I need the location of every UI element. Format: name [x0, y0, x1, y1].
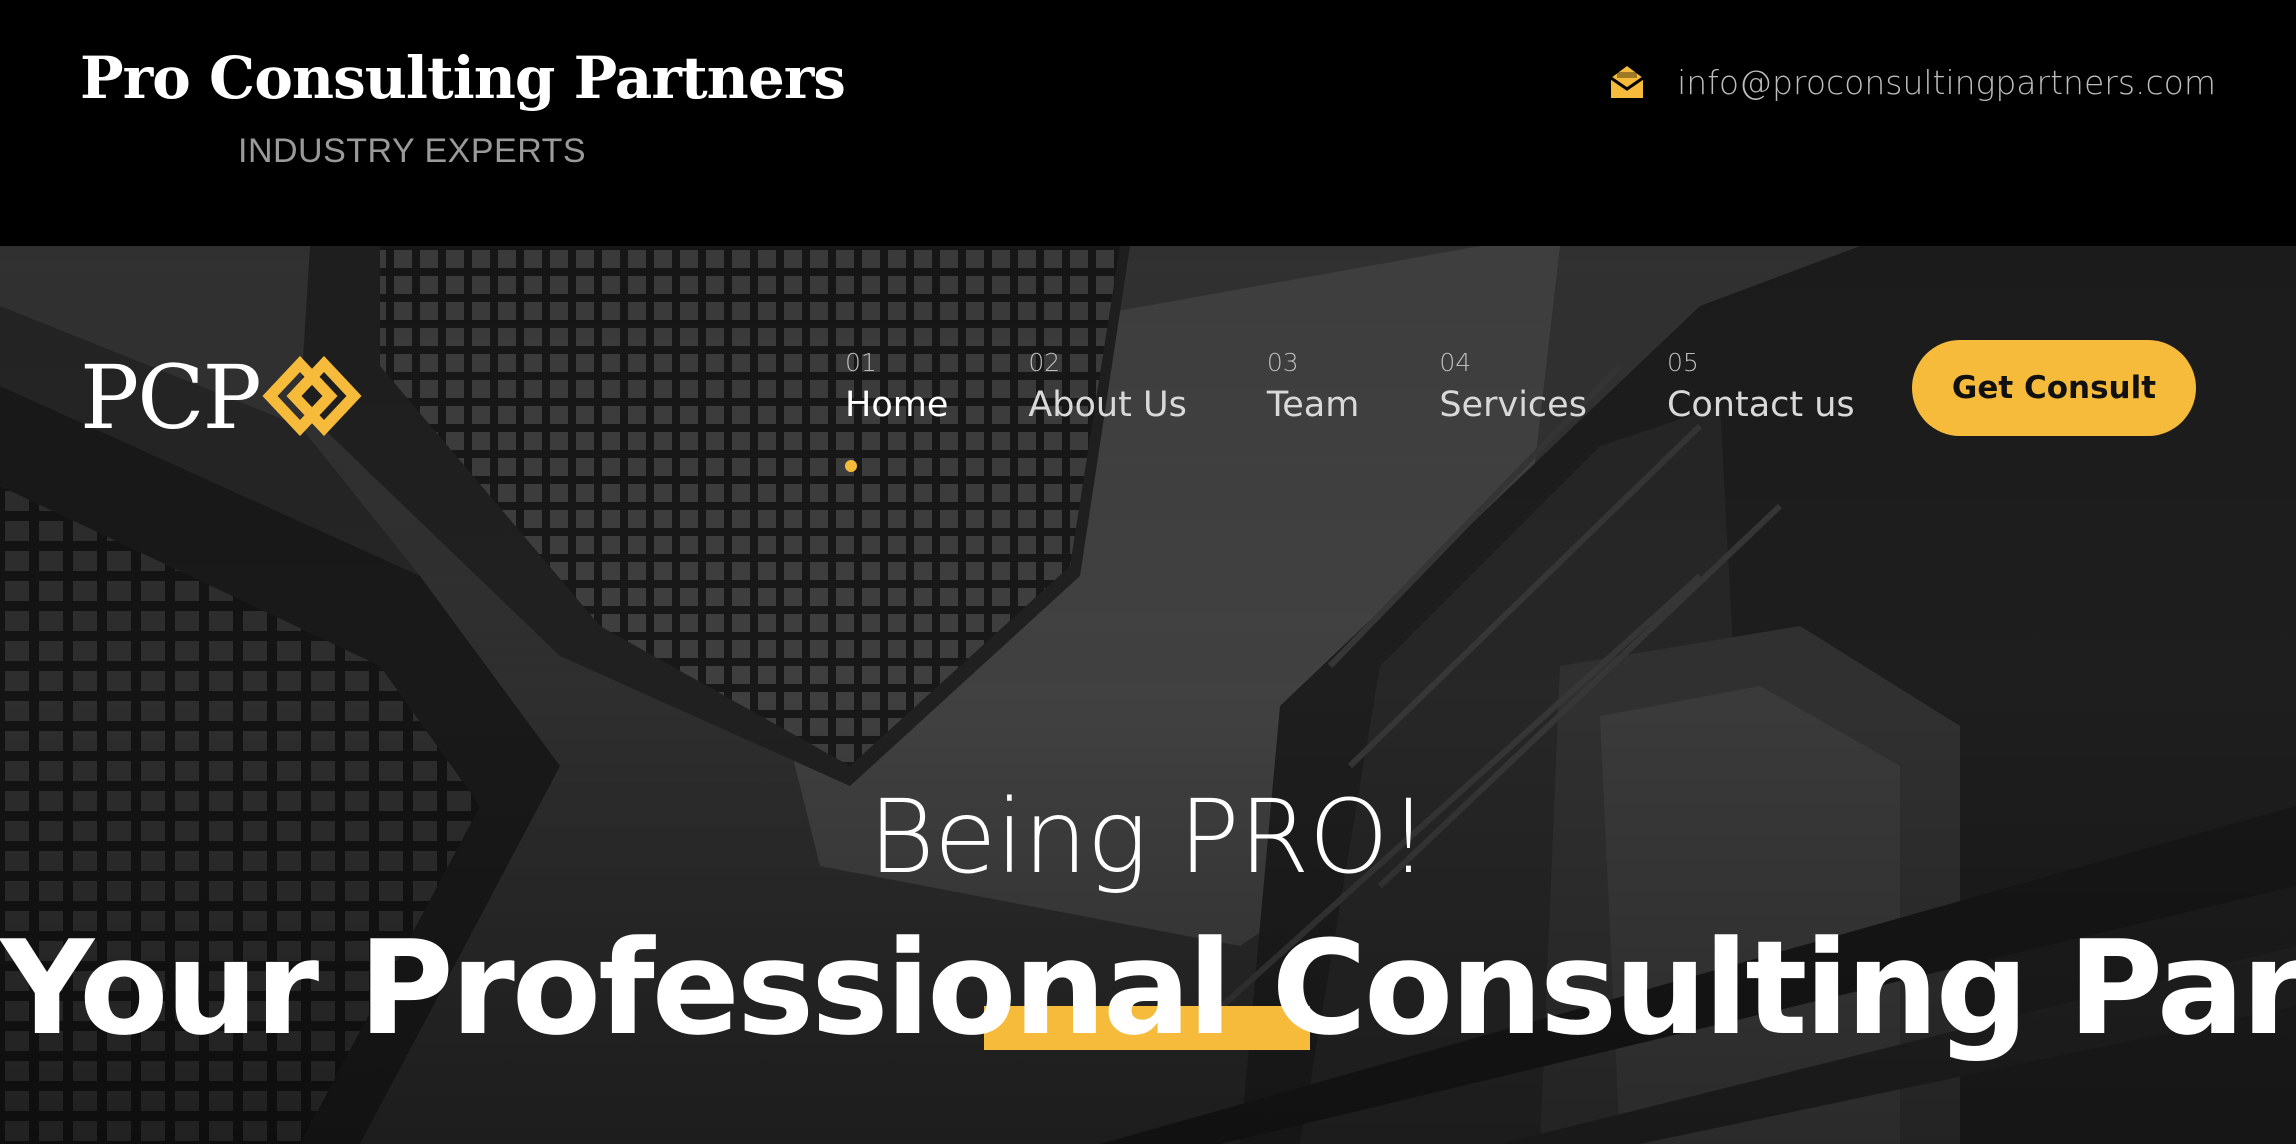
- nav-item-services[interactable]: 04 Services: [1439, 348, 1587, 425]
- nav-label: Home: [845, 385, 949, 425]
- nav-label: Team: [1266, 385, 1360, 425]
- nav-item-team[interactable]: 03 Team: [1267, 348, 1360, 425]
- nav-label: About Us: [1028, 385, 1187, 425]
- nav-number: 02: [1028, 348, 1061, 377]
- email-link[interactable]: info@proconsultingpartners.com: [1677, 63, 2216, 102]
- brand-tagline: INDUSTRY EXPERTS: [238, 132, 587, 170]
- nav-number: 05: [1666, 348, 1699, 377]
- brand-name[interactable]: Pro Consulting Partners: [80, 44, 846, 112]
- nav-label: Services: [1439, 385, 1587, 425]
- nav-item-contact-us[interactable]: 05 Contact us: [1667, 348, 1855, 425]
- top-bar: Pro Consulting Partners INDUSTRY EXPERTS…: [0, 0, 2296, 246]
- get-consult-button[interactable]: Get Consult: [1912, 340, 2196, 436]
- logo-text: PCP: [80, 346, 262, 449]
- interlocking-diamond-icon: [262, 355, 362, 441]
- active-indicator-dot: [845, 460, 857, 472]
- nav-item-home[interactable]: 01 Home: [845, 348, 949, 472]
- nav-number: 04: [1439, 348, 1472, 377]
- nav-label: Contact us: [1666, 385, 1855, 425]
- nav-number: 01: [845, 348, 877, 377]
- email-contact[interactable]: info@proconsultingpartners.com: [1607, 62, 2216, 102]
- nav-item-about-us[interactable]: 02 About Us: [1028, 348, 1186, 425]
- hero-section: PCP 01 Home 02 About Us 03 Team 04 Servi…: [0, 246, 2296, 1144]
- envelope-open-icon: [1607, 62, 1647, 102]
- nav-number: 03: [1266, 348, 1299, 377]
- main-nav: 01 Home 02 About Us 03 Team 04 Services …: [845, 348, 1855, 472]
- hero-title: Your Professional Consulting Partners: [0, 912, 2296, 1064]
- pcp-logo[interactable]: PCP: [80, 354, 362, 442]
- hero-subtitle: Being PRO!: [868, 778, 1429, 897]
